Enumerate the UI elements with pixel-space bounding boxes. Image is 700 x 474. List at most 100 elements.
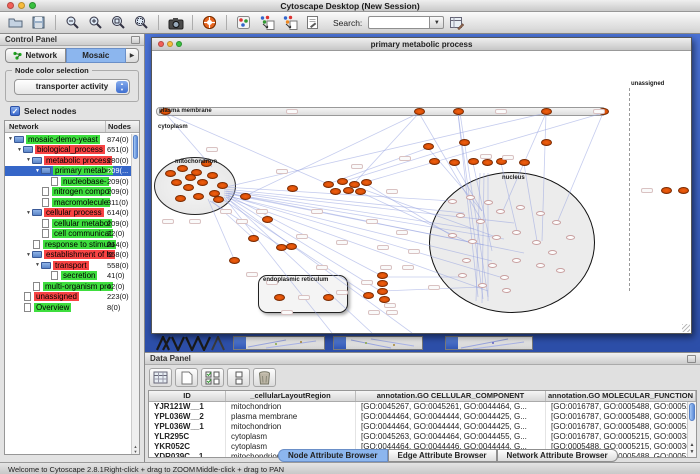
network-node[interactable] (229, 257, 240, 264)
snapshot-camera-icon[interactable] (165, 13, 186, 32)
network-node[interactable] (541, 108, 552, 115)
network-node-unselected[interactable] (532, 240, 541, 245)
tree-row[interactable]: ▼primary metabo209(... (5, 166, 131, 177)
minimize-window-button[interactable] (18, 2, 25, 9)
minimized-window[interactable] (333, 336, 423, 350)
network-node-unselected[interactable] (476, 219, 485, 224)
tree-row[interactable]: Overview8(0) (5, 302, 131, 313)
table-scrollbar-thumb[interactable] (689, 403, 695, 421)
network-node[interactable] (171, 179, 182, 186)
network-node-unselected[interactable] (484, 200, 493, 205)
column-header-molecular-function[interactable]: annotation.GO MOLECULAR_FUNCTION (546, 391, 696, 401)
tree-row[interactable]: cellular metabol209(0) (5, 218, 131, 229)
network-node[interactable] (423, 143, 434, 150)
network-canvas[interactable]: plasma membrane cytoplasm mitochondrion … (152, 51, 691, 333)
network-node[interactable] (193, 193, 204, 200)
column-header-id[interactable]: ID (149, 391, 226, 401)
network-node[interactable] (482, 159, 493, 166)
table-cell[interactable]: [GO:0045267, GO:0045261, GO:0044464, G..… (356, 402, 546, 412)
table-row[interactable]: YPL036W__1mitochondrion[GO:0044464, GO:0… (149, 422, 696, 432)
network-node[interactable] (197, 179, 208, 186)
table-cell[interactable]: [GO:0044464, GO:0044444, GO:0044425, G..… (356, 412, 546, 422)
network-node-unselected[interactable] (536, 263, 545, 268)
table-cell[interactable]: YKR052C (149, 442, 226, 452)
tree-row[interactable]: ▼transport558(0) (5, 260, 131, 271)
table-cell[interactable]: [GO:0016787, GO:0005488, GO:0005215, G..… (546, 402, 696, 412)
network-node[interactable] (286, 243, 297, 250)
network-node[interactable] (183, 184, 194, 191)
table-row[interactable]: YLR295Ccytoplasm[GO:0045263, GO:0044464,… (149, 432, 696, 442)
network-node-unselected[interactable] (488, 263, 497, 268)
tree-scrollbar-arrows[interactable]: ▲▼ (132, 444, 139, 454)
search-combobox[interactable]: ▼ (368, 16, 444, 29)
open-session-icon[interactable] (5, 13, 26, 32)
close-view-button[interactable] (158, 41, 164, 47)
network-node-unselected[interactable] (552, 220, 561, 225)
minimize-view-button[interactable] (167, 41, 173, 47)
zoom-in-icon[interactable] (85, 13, 106, 32)
network-node[interactable] (276, 244, 287, 251)
network-node[interactable] (343, 187, 354, 194)
tree-row[interactable]: secretion41(0) (5, 271, 131, 282)
network-node-unselected[interactable] (512, 230, 521, 235)
network-node[interactable] (323, 181, 334, 188)
search-dropdown-arrow-icon[interactable]: ▼ (430, 16, 444, 29)
network-node[interactable] (449, 159, 460, 166)
tree-row[interactable]: response to stimulu264(0) (5, 239, 131, 250)
network-node[interactable] (541, 139, 552, 146)
network-node-unselected[interactable] (478, 283, 487, 288)
tree-row[interactable]: ▼biological_process651(0) (5, 145, 131, 156)
expanded-arrow-icon[interactable]: ▼ (16, 147, 23, 153)
table-cell[interactable]: [GO:0016787, GO:0005215, GO:0003824, G..… (546, 432, 696, 442)
attribute-editor-icon[interactable] (446, 13, 467, 32)
tree-row[interactable]: ▼cellular process614(0) (5, 208, 131, 219)
table-cell[interactable]: YLR295C (149, 432, 226, 442)
search-input[interactable] (368, 16, 430, 29)
create-attribute-icon[interactable] (175, 368, 198, 387)
network-node[interactable] (361, 179, 372, 186)
network-node[interactable] (468, 158, 479, 165)
network-node[interactable] (175, 195, 186, 202)
tree-row[interactable]: cell communicat22(0) (5, 229, 131, 240)
minimized-window-tab[interactable] (446, 337, 458, 349)
column-header-region[interactable]: _cellularLayoutRegion (226, 391, 356, 401)
network-node-unselected[interactable] (516, 205, 525, 210)
network-node[interactable] (678, 187, 689, 194)
tab-overflow-arrow-icon[interactable]: ▶ (126, 48, 139, 63)
network-node-unselected[interactable] (496, 209, 505, 214)
network-view-titlebar[interactable]: primary metabolic process (152, 38, 691, 51)
table-cell[interactable]: YJR121W__1 (149, 402, 226, 412)
zoom-fit-content-icon[interactable] (108, 13, 129, 32)
tree-scrollbar-thumb[interactable] (133, 135, 138, 159)
network-node[interactable] (519, 159, 530, 166)
table-cell[interactable]: [GO:0045263, GO:0044464, GO:0044455, G..… (356, 432, 546, 442)
network-node[interactable] (248, 235, 259, 242)
network-node[interactable] (453, 108, 464, 115)
import-network-icon[interactable] (256, 13, 277, 32)
float-panel-icon[interactable] (131, 36, 140, 44)
dropdown-stepper-icon[interactable]: ▲▼ (116, 81, 128, 93)
tree-row[interactable]: unassigned223(0) (5, 292, 131, 303)
network-node[interactable] (240, 193, 251, 200)
tree-row[interactable]: macromolecule311(0) (5, 197, 131, 208)
table-cell[interactable]: [GO:0016787, GO:0005488, GO:0005215, G..… (546, 422, 696, 432)
network-node[interactable] (207, 172, 218, 179)
minimized-window-tab[interactable] (334, 337, 346, 349)
expanded-arrow-icon[interactable]: ▼ (25, 210, 32, 216)
network-node-unselected[interactable] (536, 211, 545, 216)
network-node-unselected[interactable] (468, 239, 477, 244)
table-cell[interactable]: YPL036W__1 (149, 422, 226, 432)
tree-row[interactable]: ▼mosaic-demo-yeast874(0) (5, 134, 131, 145)
network-node[interactable] (377, 272, 388, 279)
network-node-unselected[interactable] (548, 250, 557, 255)
view-resize-grip[interactable] (682, 324, 690, 332)
minimized-window-tab[interactable] (234, 337, 246, 349)
tree-row[interactable]: nucleobase-209(0) (5, 176, 131, 187)
column-header-cellular-component[interactable]: annotation.GO CELLULAR_COMPONENT (356, 391, 546, 401)
float-panel-icon[interactable] (687, 355, 696, 363)
tree-row[interactable]: multi-organism pro42(0) (5, 281, 131, 292)
table-cell[interactable]: plasma membrane (226, 412, 356, 422)
network-node[interactable] (217, 182, 228, 189)
table-cell[interactable]: [GO:0044464, GO:0044444, GO:0044425, G..… (356, 422, 546, 432)
tab-edge-attribute-browser[interactable]: Edge Attribute Browser (388, 449, 497, 462)
